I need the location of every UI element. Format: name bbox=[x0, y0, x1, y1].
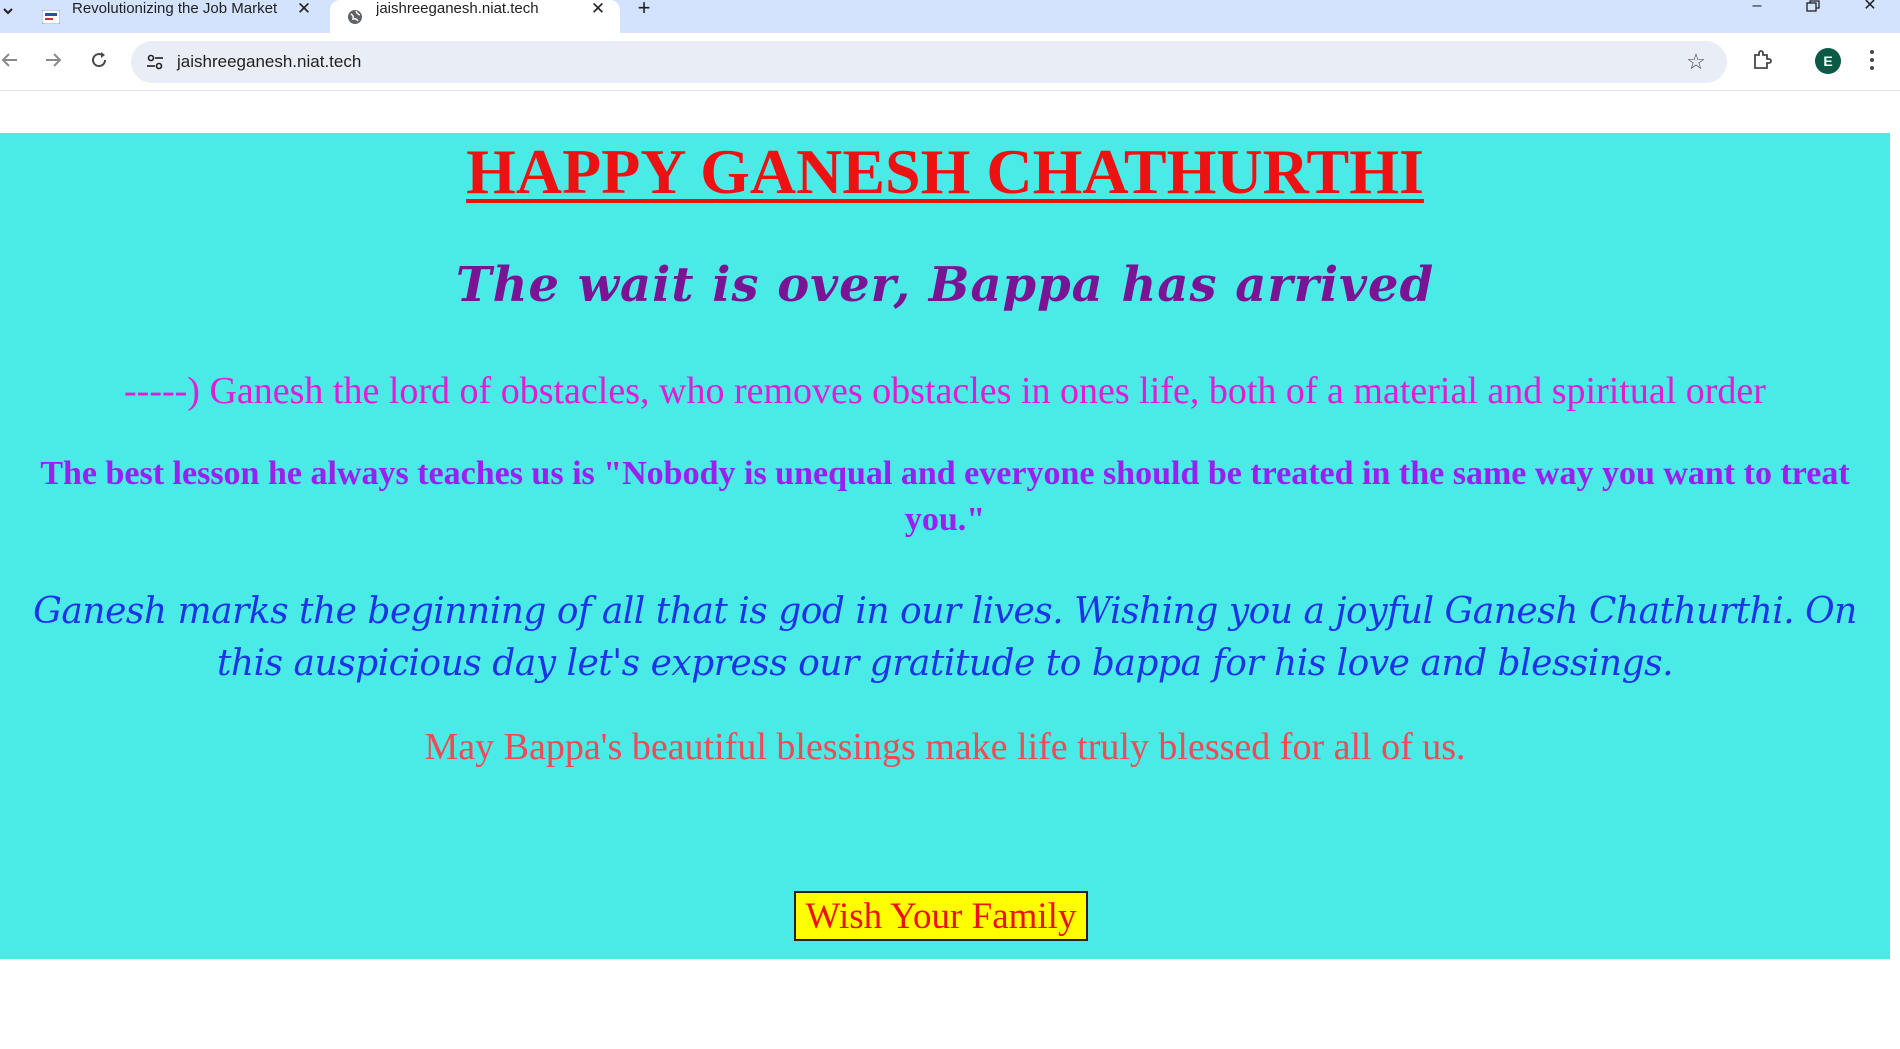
niat-logo-icon bbox=[42, 8, 60, 26]
obstacles-paragraph: -----) Ganesh the lord of obstacles, who… bbox=[124, 370, 1766, 412]
window-close-icon[interactable]: ✕ bbox=[1855, 0, 1885, 16]
tab-title: jaishreeganesh.niat.tech bbox=[376, 0, 539, 17]
address-bar[interactable]: jaishreeganesh.niat.tech ☆ bbox=[131, 41, 1727, 83]
subheading: The wait is over, Bappa has arrived bbox=[455, 257, 1435, 313]
wishes-paragraph: Ganesh marks the beginning of all that i… bbox=[33, 591, 1857, 684]
arrow-right-icon[interactable] bbox=[39, 46, 67, 74]
blessing-paragraph: May Bappa's beautiful blessings make lif… bbox=[424, 726, 1466, 768]
tab-strip: Revolutionizing the Job Market ✕ jaishre… bbox=[0, 0, 1900, 33]
minimize-icon[interactable]: – bbox=[1742, 0, 1772, 16]
plus-icon[interactable]: + bbox=[632, 0, 656, 19]
chevron-down-icon[interactable] bbox=[0, 0, 16, 22]
close-icon[interactable]: ✕ bbox=[588, 0, 608, 19]
arrow-left-icon[interactable] bbox=[0, 46, 24, 74]
puzzle-icon[interactable] bbox=[1748, 46, 1776, 74]
browser-toolbar: jaishreeganesh.niat.tech ☆ E bbox=[0, 33, 1900, 91]
restore-icon[interactable] bbox=[1798, 0, 1828, 16]
profile-avatar[interactable]: E bbox=[1815, 48, 1841, 74]
url-text[interactable]: jaishreeganesh.niat.tech bbox=[177, 52, 361, 72]
page-content: HAPPY GANESH CHATHURTHI The wait is over… bbox=[0, 133, 1890, 959]
star-icon[interactable]: ☆ bbox=[1683, 49, 1709, 75]
reload-icon[interactable] bbox=[85, 46, 113, 74]
kebab-menu-icon[interactable] bbox=[1862, 45, 1882, 75]
page-title: HAPPY GANESH CHATHURTHI bbox=[466, 136, 1424, 207]
tune-icon[interactable] bbox=[141, 48, 169, 76]
close-icon[interactable]: ✕ bbox=[294, 0, 314, 19]
tab-jaishreeganesh[interactable]: jaishreeganesh.niat.tech ✕ bbox=[330, 0, 620, 33]
tab-revolutionizing-job-market[interactable]: Revolutionizing the Job Market ✕ bbox=[26, 0, 326, 33]
wish-your-family-button[interactable]: Wish Your Family bbox=[794, 891, 1088, 941]
tab-title: Revolutionizing the Job Market bbox=[72, 0, 278, 17]
lesson-paragraph: The best lesson he always teaches us is … bbox=[40, 455, 1850, 538]
globe-icon bbox=[346, 8, 364, 26]
